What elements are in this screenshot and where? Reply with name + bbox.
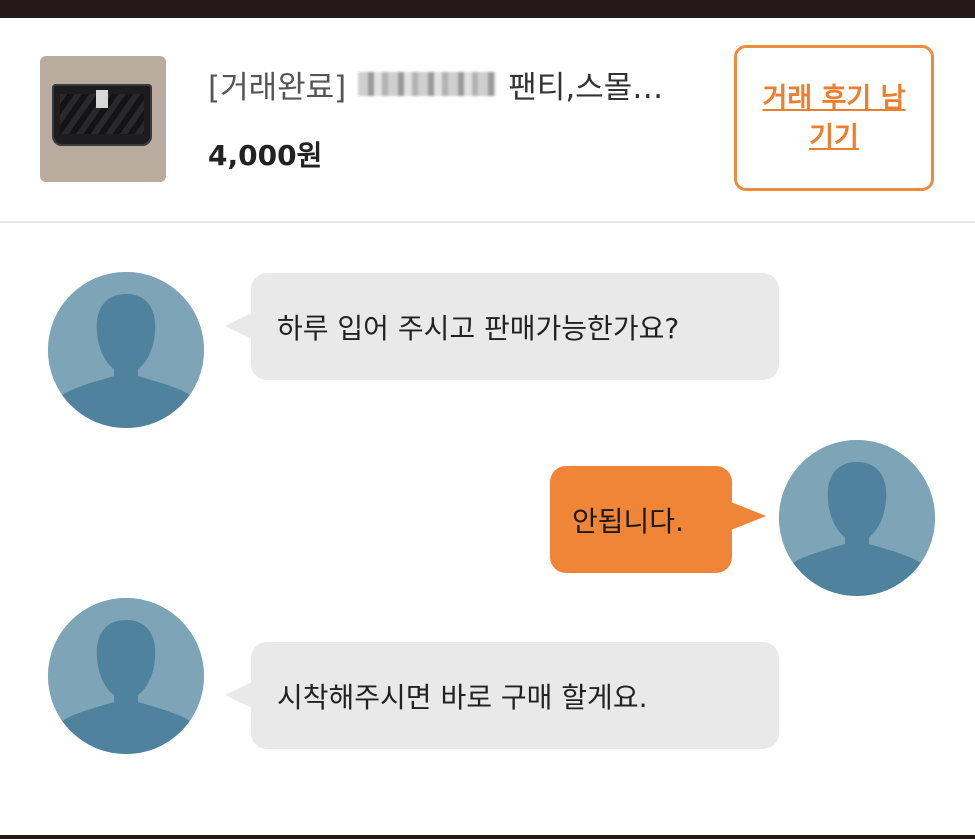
blurred-brand-name: [358, 72, 497, 96]
user-silhouette-icon: [48, 598, 204, 754]
header-divider: [0, 221, 975, 223]
seller-avatar[interactable]: [779, 440, 935, 596]
buyer-avatar[interactable]: [48, 598, 204, 754]
leave-review-button[interactable]: 거래 후기 남기기: [734, 45, 934, 191]
product-photo-icon: [52, 84, 152, 146]
product-name: 팬티,스몰…: [508, 69, 664, 106]
message-bubble-incoming: 하루 입어 주시고 판매가능한가요?: [225, 273, 779, 380]
product-thumbnail[interactable]: [40, 56, 166, 182]
message-bubble-incoming: 시착해주시면 바로 구매 할게요.: [225, 642, 779, 749]
top-bar: [0, 0, 975, 18]
product-title[interactable]: [거래완료] 팬티,스몰…: [208, 62, 728, 106]
buyer-avatar[interactable]: [48, 272, 204, 428]
product-price: 4,000원: [208, 139, 323, 172]
message-bubble-outgoing: 안됩니다.: [550, 466, 766, 573]
message-text: 안됩니다.: [572, 504, 684, 538]
trade-status-label: [거래완료]: [208, 69, 347, 106]
message-text: 시착해주시면 바로 구매 할게요.: [277, 680, 648, 714]
message-text: 하루 입어 주시고 판매가능한가요?: [277, 311, 680, 345]
user-silhouette-icon: [48, 272, 204, 428]
user-silhouette-icon: [779, 440, 935, 596]
bottom-border: [0, 835, 975, 839]
